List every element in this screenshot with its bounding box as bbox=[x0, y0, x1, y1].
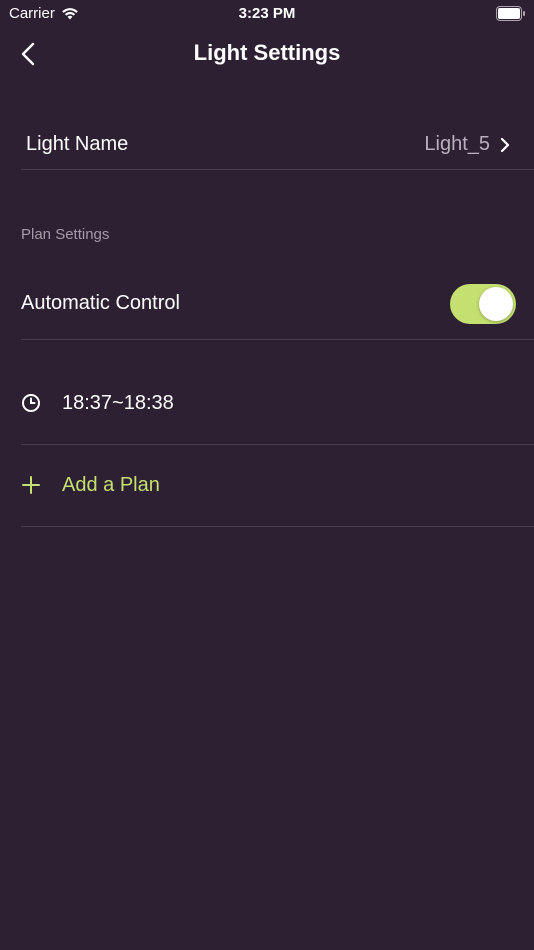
navigation-bar: Light Settings bbox=[0, 28, 534, 82]
plan-time: 18:37~18:38 bbox=[62, 391, 174, 414]
automatic-control-toggle[interactable] bbox=[450, 283, 516, 324]
add-plan-button[interactable]: Add a Plan bbox=[21, 444, 534, 527]
automatic-control-row: Automatic Control bbox=[21, 268, 534, 340]
light-name-value-container: Light_5 bbox=[424, 133, 534, 156]
plus-icon bbox=[22, 476, 40, 494]
battery-icon bbox=[496, 6, 525, 21]
automatic-control-label: Automatic Control bbox=[21, 292, 180, 314]
chevron-right-icon bbox=[500, 137, 510, 152]
light-name-label: Light Name bbox=[26, 133, 129, 155]
plan-item[interactable]: 18:37~18:38 bbox=[21, 362, 534, 445]
light-name-row[interactable]: Light Name Light_5 bbox=[21, 120, 534, 170]
clock-icon bbox=[22, 394, 40, 412]
page-title: Light Settings bbox=[193, 40, 341, 65]
status-bar: Carrier 3:23 PM bbox=[0, 0, 534, 28]
light-name-value: Light_5 bbox=[424, 133, 490, 155]
toggle-knob bbox=[479, 286, 513, 321]
add-plan-label: Add a Plan bbox=[62, 473, 160, 496]
status-time: 3:23 PM bbox=[238, 5, 296, 22]
plan-settings-header: Plan Settings bbox=[21, 226, 110, 243]
